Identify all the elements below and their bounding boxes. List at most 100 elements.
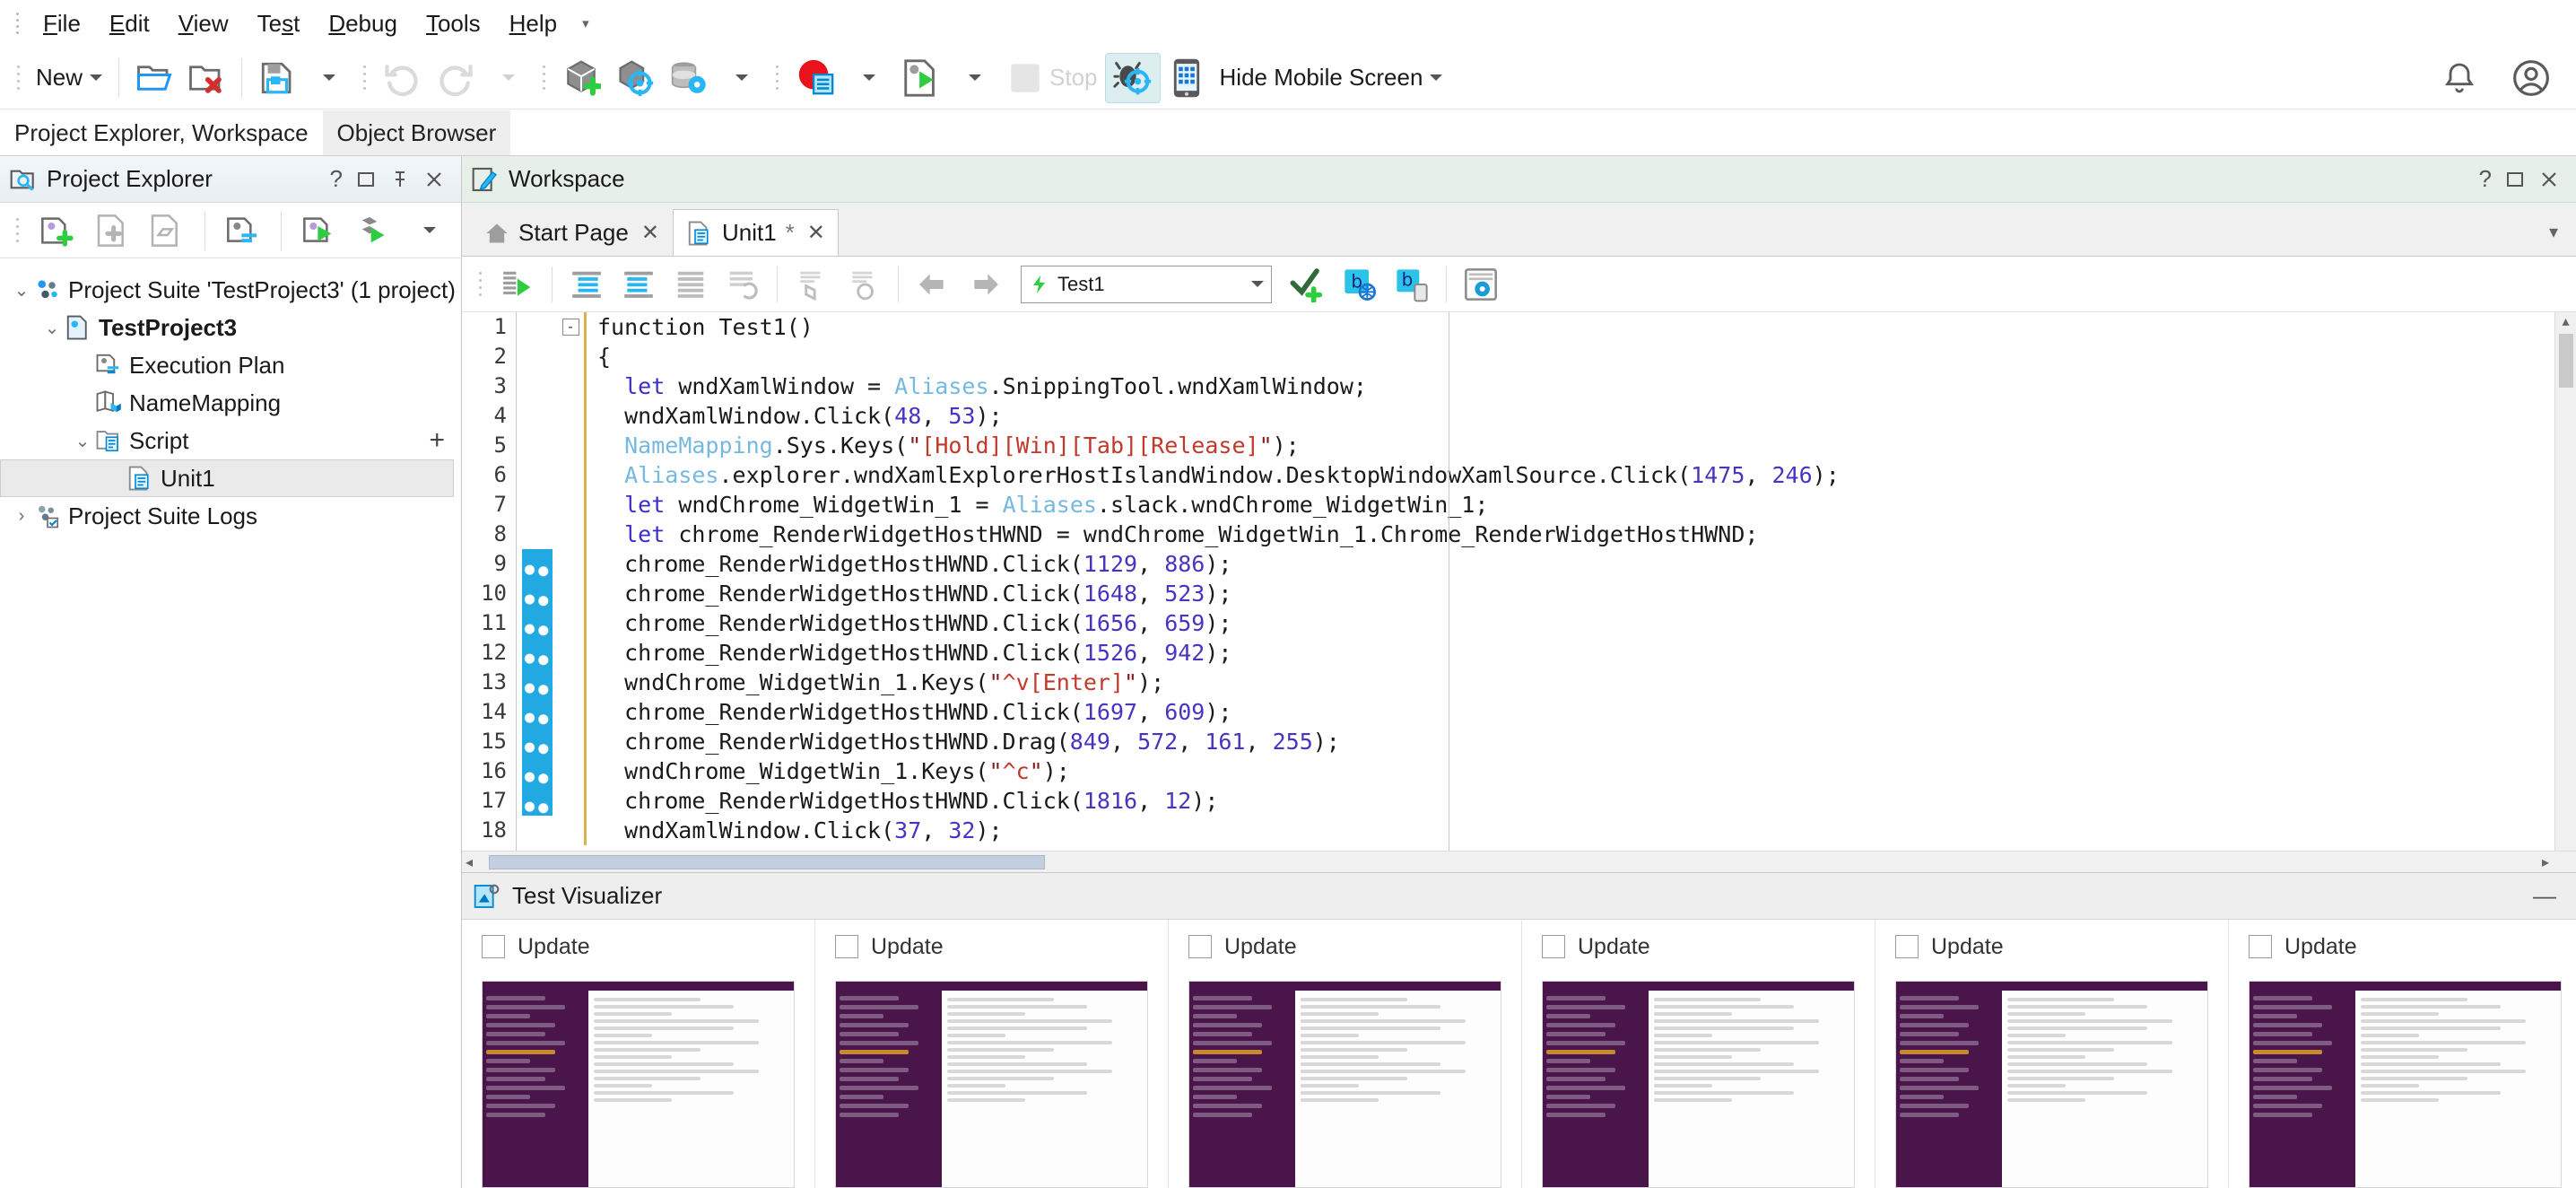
code-line[interactable]: 8 let chrome_RenderWidgetHostHWND = wndC… bbox=[462, 520, 2554, 549]
code-line[interactable]: 14 chrome_RenderWidgetHostHWND.Click(169… bbox=[462, 697, 2554, 727]
run-project-button[interactable] bbox=[294, 207, 345, 254]
tree-node-project-suite-testproject3-1-project-[interactable]: ⌄ Project Suite 'TestProject3' (1 project… bbox=[0, 271, 461, 309]
save-options-button[interactable] bbox=[303, 53, 353, 103]
update-checkbox[interactable] bbox=[835, 935, 858, 958]
code-line[interactable]: 10 chrome_RenderWidgetHostHWND.Click(164… bbox=[462, 579, 2554, 608]
hide-mobile-screen-button[interactable]: Hide Mobile Screen bbox=[1213, 53, 1450, 103]
menu-item-test[interactable]: Test bbox=[243, 4, 315, 43]
visualizer-card[interactable]: Update bbox=[1522, 920, 1875, 1188]
undo-button[interactable] bbox=[375, 53, 429, 103]
add-project-button[interactable] bbox=[32, 207, 83, 254]
redo-button[interactable] bbox=[429, 53, 483, 103]
run-test-button[interactable] bbox=[893, 53, 949, 103]
workspace-tab-start-page[interactable]: Start Page ✕ bbox=[471, 209, 673, 256]
code-line[interactable]: 9 chrome_RenderWidgetHostHWND.Click(1129… bbox=[462, 549, 2554, 579]
expand-chevron-icon[interactable]: ⌄ bbox=[70, 430, 95, 452]
run-script-button[interactable] bbox=[492, 261, 543, 308]
code-line[interactable]: 16 wndChrome_WidgetWin_1.Keys("^c"); bbox=[462, 756, 2554, 786]
open-project-button[interactable] bbox=[128, 53, 180, 103]
database-settings-button[interactable] bbox=[662, 53, 716, 103]
record-options-button[interactable] bbox=[843, 53, 893, 103]
chevron-down-icon[interactable] bbox=[422, 227, 436, 233]
undo-history-button[interactable] bbox=[483, 53, 533, 103]
close-tab-button[interactable]: ✕ bbox=[641, 220, 659, 246]
code-editor[interactable]: 1- function Test1() 2{3 let wndXamlWindow … bbox=[462, 312, 2576, 851]
update-checkbox[interactable] bbox=[2249, 935, 2272, 958]
run-project-suite-button[interactable] bbox=[349, 207, 400, 254]
chevron-down-icon[interactable] bbox=[90, 74, 103, 81]
code-fold-toggle[interactable]: - bbox=[557, 319, 584, 336]
screenshot-thumbnail[interactable] bbox=[2249, 981, 2562, 1188]
menu-item-tools[interactable]: Tools bbox=[412, 4, 495, 43]
code-line[interactable]: 3 let wndXamlWindow = Aliases.SnippingTo… bbox=[462, 371, 2554, 401]
toolbar-grip[interactable] bbox=[359, 62, 370, 94]
visualizer-card[interactable]: Update bbox=[1875, 920, 2229, 1188]
expand-chevron-icon[interactable]: ⌄ bbox=[39, 317, 65, 339]
update-checkbox[interactable] bbox=[482, 935, 505, 958]
editor-vertical-scrollbar[interactable]: ▴ bbox=[2554, 312, 2576, 851]
run-options-button[interactable] bbox=[949, 53, 999, 103]
code-line[interactable]: 2{ bbox=[462, 342, 2554, 371]
code-line[interactable]: 5 NameMapping.Sys.Keys("[Hold][Win][Tab]… bbox=[462, 431, 2554, 460]
update-checkbox[interactable] bbox=[1542, 935, 1565, 958]
add-script-unit-button[interactable]: + bbox=[429, 427, 445, 454]
help-button[interactable]: ? bbox=[2479, 165, 2492, 193]
tree-node-testproject3[interactable]: ⌄ TestProject3 bbox=[0, 309, 461, 346]
menu-grip[interactable] bbox=[13, 10, 22, 37]
tree-node-execution-plan[interactable]: Execution Plan bbox=[0, 346, 461, 384]
add-item-button[interactable] bbox=[86, 207, 137, 254]
indent-button[interactable] bbox=[561, 261, 612, 308]
visualizer-card[interactable]: Update bbox=[2229, 920, 2576, 1188]
visualizer-card[interactable]: Update bbox=[462, 920, 815, 1188]
toolbar-grip[interactable] bbox=[771, 62, 782, 94]
screenshot-thumbnail[interactable] bbox=[1542, 981, 1855, 1188]
tab-list-chevron-icon[interactable]: ▾ bbox=[2549, 221, 2558, 256]
debug-button[interactable] bbox=[1104, 52, 1161, 103]
test-selector[interactable]: Test1 bbox=[1021, 265, 1272, 303]
code-line[interactable]: 12 chrome_RenderWidgetHostHWND.Click(152… bbox=[462, 638, 2554, 668]
test-visualizer-strip[interactable]: Update Update Update Update Update Update bbox=[462, 920, 2576, 1188]
toolbar-grip[interactable] bbox=[538, 62, 549, 94]
menu-item-edit[interactable]: Edit bbox=[95, 4, 164, 43]
database-options-button[interactable] bbox=[716, 53, 766, 103]
maximize-button[interactable] bbox=[2504, 169, 2526, 190]
visualizer-card[interactable]: Update bbox=[815, 920, 1169, 1188]
hscroll-thumb[interactable] bbox=[489, 854, 1046, 869]
screenshot-thumbnail[interactable] bbox=[1188, 981, 1501, 1188]
nav-back-button[interactable] bbox=[908, 261, 958, 308]
account-button[interactable] bbox=[2504, 53, 2558, 103]
panel-tab-1[interactable]: Object Browser bbox=[322, 110, 511, 155]
pin-button[interactable] bbox=[389, 169, 411, 190]
close-tab-button[interactable]: ✕ bbox=[807, 220, 825, 246]
code-line[interactable]: 4 wndXamlWindow.Click(48, 53); bbox=[462, 401, 2554, 431]
stop-button[interactable]: Stop bbox=[999, 53, 1105, 103]
collapse-chevron-icon[interactable]: › bbox=[9, 506, 34, 527]
screenshot-thumbnail[interactable] bbox=[835, 981, 1148, 1188]
editor-horizontal-scrollbar[interactable]: ◂ ▸ bbox=[462, 851, 2576, 872]
menu-item-view[interactable]: View bbox=[164, 4, 243, 43]
help-button[interactable]: ? bbox=[330, 165, 343, 193]
object-spy-button[interactable] bbox=[608, 53, 662, 103]
add-object-button[interactable] bbox=[554, 53, 608, 103]
scroll-left-arrow[interactable]: ◂ bbox=[462, 853, 476, 871]
menu-item-file[interactable]: File bbox=[29, 4, 95, 43]
chevron-down-icon[interactable] bbox=[863, 74, 876, 81]
code-line[interactable]: 11 chrome_RenderWidgetHostHWND.Click(165… bbox=[462, 608, 2554, 638]
menu-overflow-chevron-icon[interactable]: ▾ bbox=[571, 10, 600, 37]
tree-node-script[interactable]: ⌄ Script + bbox=[0, 422, 461, 459]
toolbar-grip[interactable] bbox=[13, 214, 23, 247]
comment-button[interactable] bbox=[666, 261, 716, 308]
add-checkpoint-button[interactable] bbox=[1283, 261, 1333, 308]
outdent-button[interactable] bbox=[614, 261, 664, 308]
toolbar-grip[interactable] bbox=[13, 62, 23, 94]
nav-forward-button[interactable] bbox=[960, 261, 1010, 308]
code-line[interactable]: 17 chrome_RenderWidgetHostHWND.Click(181… bbox=[462, 786, 2554, 816]
code-line[interactable]: 18 wndXamlWindow.Click(37, 32); bbox=[462, 816, 2554, 845]
update-checkbox[interactable] bbox=[1895, 935, 1919, 958]
close-project-button[interactable] bbox=[180, 53, 232, 103]
menu-item-debug[interactable]: Debug bbox=[314, 4, 412, 43]
code-lines[interactable]: 1- function Test1() 2{3 let wndXamlWindow … bbox=[462, 312, 2554, 845]
notifications-button[interactable] bbox=[2434, 53, 2485, 103]
mobile-device-button[interactable] bbox=[1161, 53, 1213, 103]
script-options-button[interactable] bbox=[1456, 261, 1506, 308]
